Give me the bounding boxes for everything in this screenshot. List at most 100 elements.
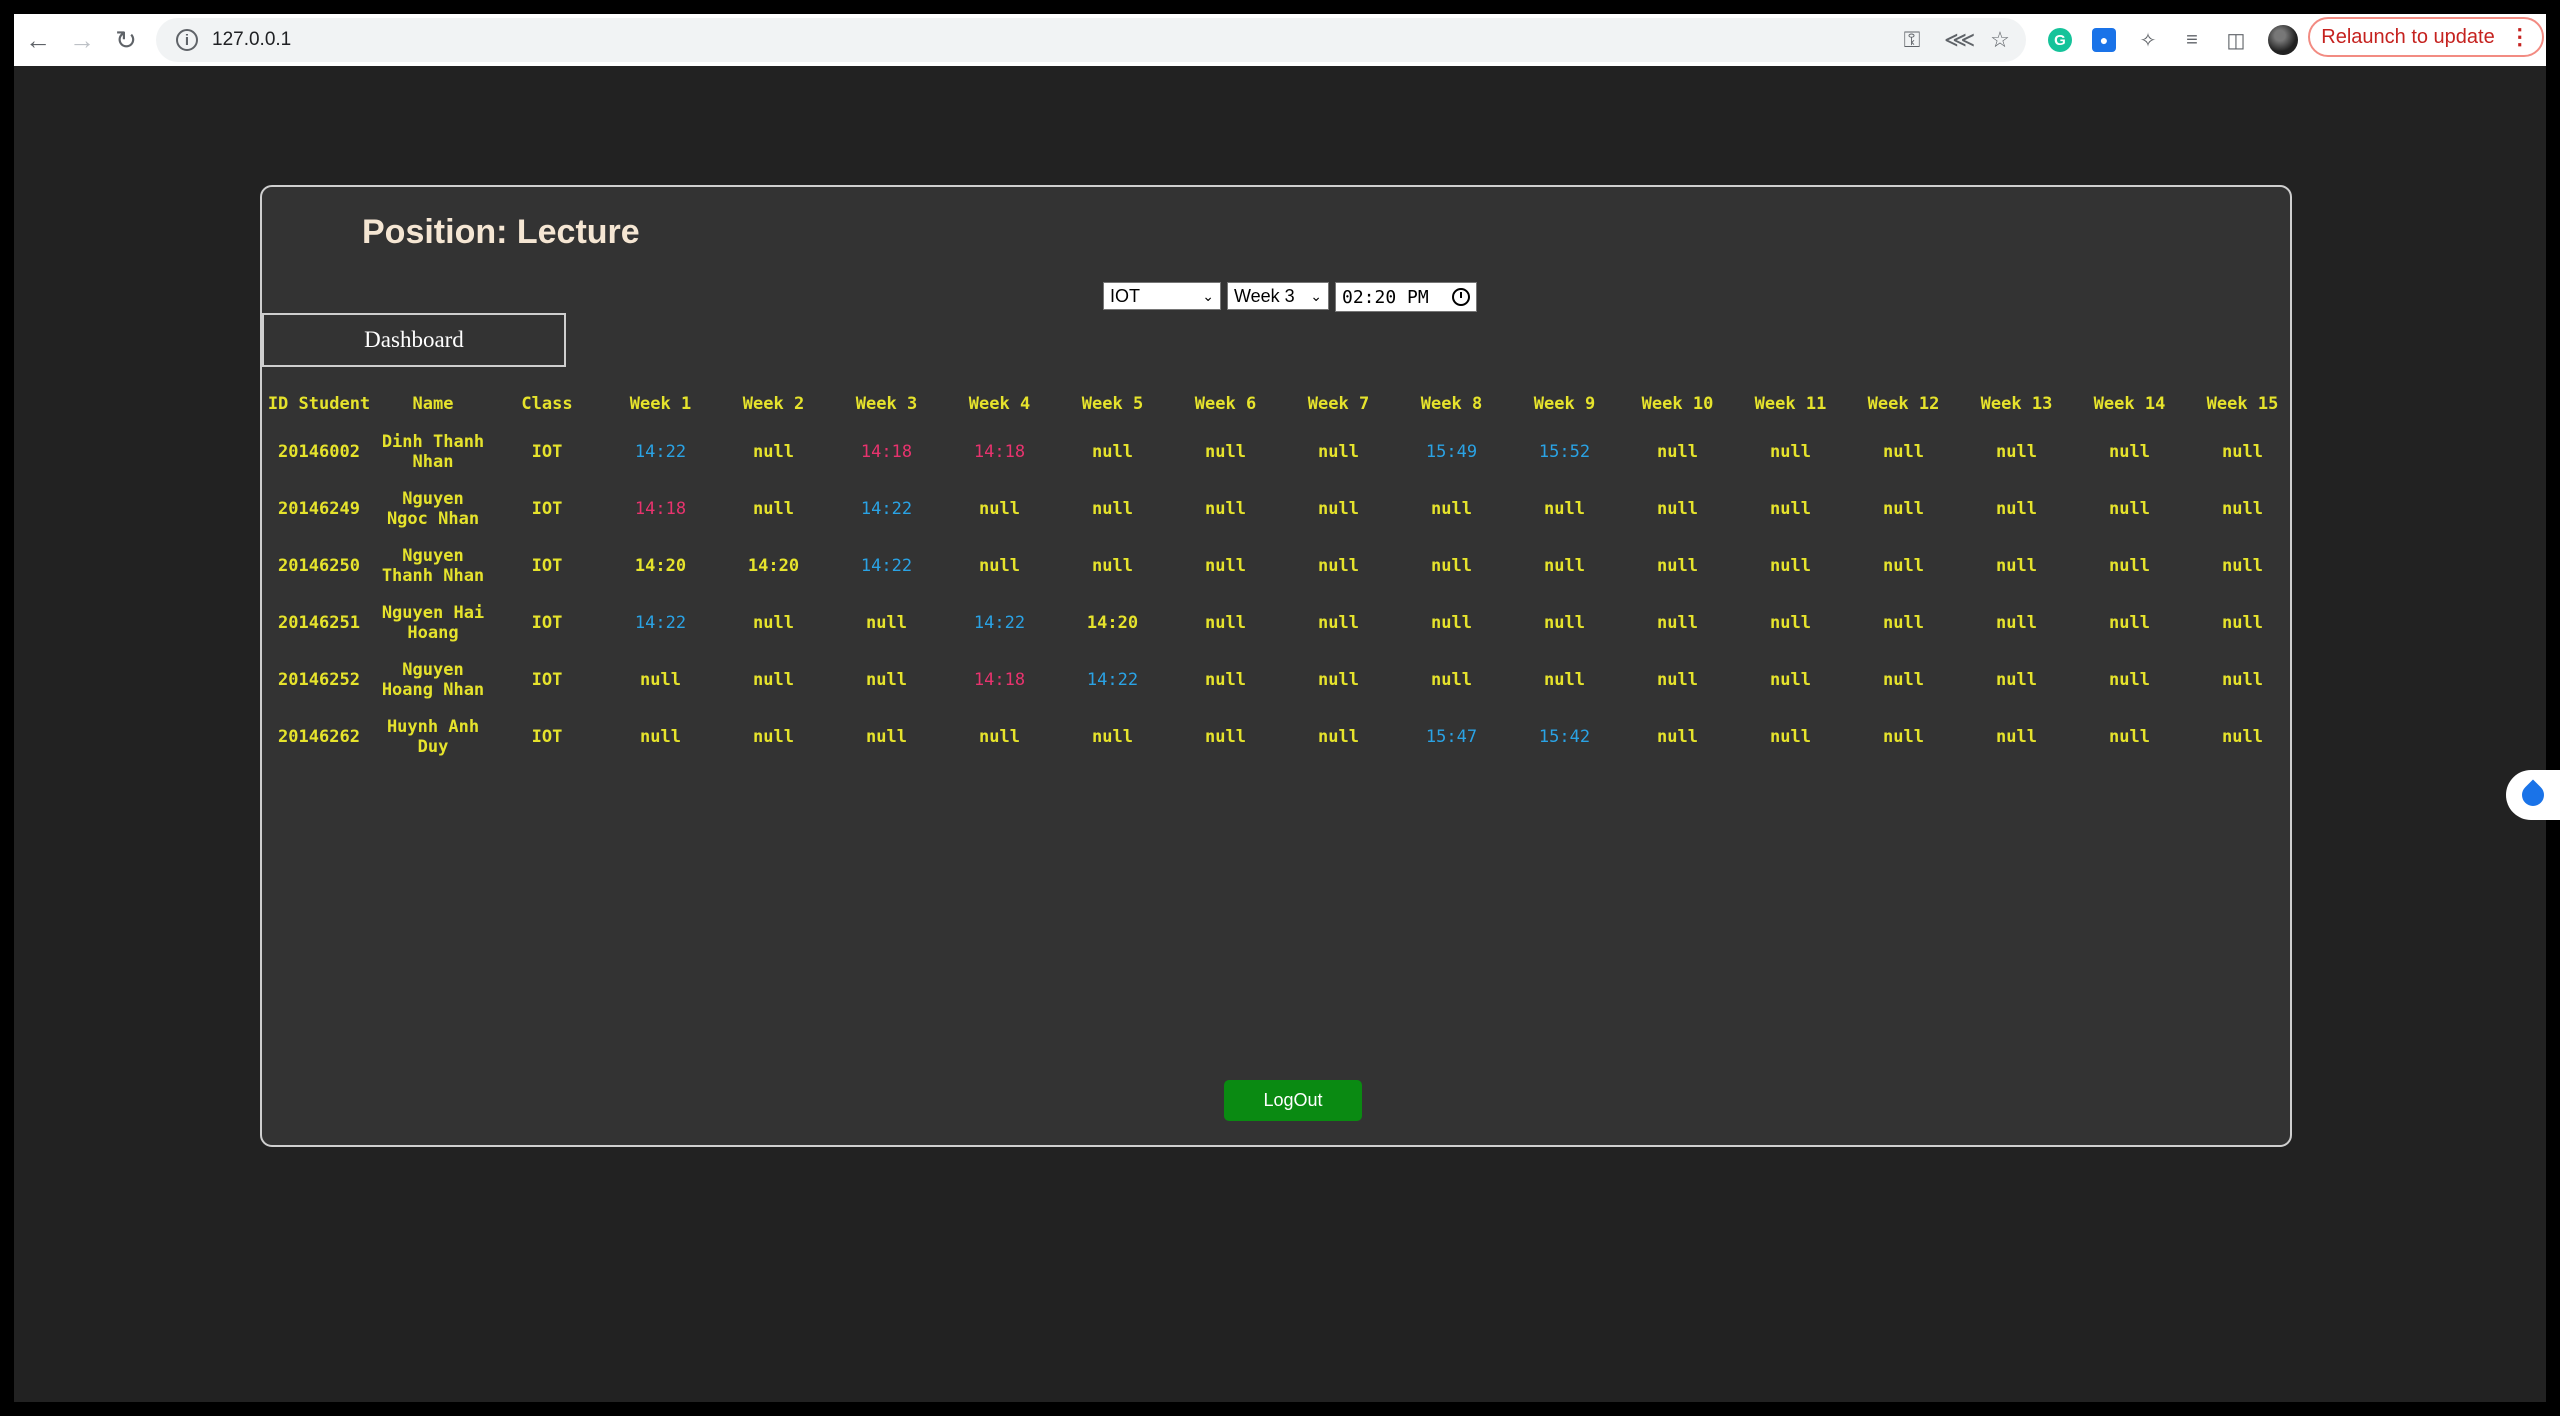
attendance-cell: null (1657, 498, 1698, 519)
attendance-cell: 14:22 (634, 612, 687, 633)
student-name-cell: Nguyen Hoang Nhan (381, 659, 485, 700)
attendance-cell: 14:22 (634, 441, 687, 462)
table-row: 20146252 Nguyen Hoang Nhan IOT null null null… (262, 651, 2299, 708)
attendance-cell: null (1544, 612, 1585, 633)
attendance-cell: null (2109, 612, 2150, 633)
attendance-cell: null (753, 726, 794, 747)
attendance-cell: 15:47 (1425, 726, 1478, 747)
class-cell: IOT (531, 498, 563, 519)
back-icon[interactable]: ← (18, 20, 58, 60)
time-input[interactable]: 02:20 PM (1335, 282, 1477, 312)
column-header: Week 1 (629, 394, 692, 414)
table-row: 20146002 Dinh Thanh Nhan IOT 14:22 null 14:18… (262, 423, 2299, 480)
attendance-cell: null (866, 669, 907, 690)
media-queue-icon[interactable]: ≡ (2180, 28, 2204, 52)
attendance-cell: null (1883, 498, 1924, 519)
site-info-icon[interactable]: i (176, 29, 198, 51)
attendance-cell: null (1657, 726, 1698, 747)
attendance-cell: null (1770, 441, 1811, 462)
attendance-cell: null (1883, 555, 1924, 576)
column-header: Week 7 (1307, 394, 1370, 414)
column-header: Name (412, 394, 454, 414)
address-bar[interactable]: i 127.0.0.1 ⚿ ⋘ ☆ (156, 18, 2026, 62)
dashboard-button[interactable]: Dashboard (262, 313, 566, 367)
forward-icon[interactable]: → (62, 20, 102, 60)
student-name-cell: Nguyen Ngoc Nhan (386, 488, 480, 529)
attendance-cell: null (2222, 669, 2263, 690)
attendance-cell: null (1883, 726, 1924, 747)
grammarly-extension-icon[interactable]: G (2048, 28, 2072, 52)
student-name-cell: Dinh Thanh Nhan (381, 431, 485, 472)
table-row: 20146250 Nguyen Thanh Nhan IOT 14:20 14:20 14… (262, 537, 2299, 594)
attendance-cell: 14:20 (1086, 612, 1139, 633)
column-header: Week 6 (1194, 394, 1257, 414)
attendance-cell: null (640, 726, 681, 747)
column-header: Week 14 (2093, 394, 2166, 414)
attendance-cell: 14:22 (1086, 669, 1139, 690)
attendance-cell: null (1318, 612, 1359, 633)
attendance-cell: 14:18 (634, 498, 687, 519)
side-panel-icon[interactable]: ◫ (2224, 28, 2248, 52)
attendance-cell: 15:49 (1425, 441, 1478, 462)
key-icon[interactable]: ⚿ (1900, 27, 1924, 53)
attendance-cell: null (1770, 498, 1811, 519)
clock-icon[interactable] (1452, 288, 1470, 306)
attendance-cell: null (1092, 555, 1133, 576)
table-header-row: ID Student Name Class Week 1 Week 2 Week 3 Wee… (262, 385, 2299, 423)
share-icon[interactable]: ⋘ (1944, 27, 1975, 53)
column-header: Week 5 (1081, 394, 1144, 414)
bookmark-star-icon[interactable]: ☆ (1988, 27, 2012, 53)
attendance-cell: 14:18 (973, 669, 1026, 690)
attendance-cell: null (1544, 669, 1585, 690)
attendance-cell: null (1205, 669, 1246, 690)
attendance-cell: null (866, 726, 907, 747)
attendance-cell: null (979, 555, 1020, 576)
class-cell: IOT (531, 612, 563, 633)
attendance-cell: null (1318, 726, 1359, 747)
relaunch-update-button[interactable]: Relaunch to update ⋮ (2308, 17, 2544, 57)
column-header: Week 13 (1980, 394, 2053, 414)
extensions-puzzle-icon[interactable]: ✧ (2136, 28, 2160, 52)
lecture-panel: Position: Lecture IOT ⌄ Week 3 ⌄ 02:20 P… (260, 185, 2292, 1147)
drop-extension-icon[interactable]: ● (2092, 28, 2116, 52)
attendance-cell: null (2109, 498, 2150, 519)
attendance-cell: null (1205, 555, 1246, 576)
attendance-cell: null (1092, 498, 1133, 519)
student-name-cell: Nguyen Thanh Nhan (381, 545, 485, 586)
attendance-table: ID Student Name Class Week 1 Week 2 Week 3 Wee… (262, 385, 2299, 765)
column-header: Week 12 (1867, 394, 1940, 414)
attendance-cell: 14:22 (860, 555, 913, 576)
attendance-cell: null (1883, 441, 1924, 462)
url-text: 127.0.0.1 (212, 29, 292, 50)
class-cell: IOT (531, 669, 563, 690)
class-cell: IOT (531, 726, 563, 747)
attendance-cell: 14:18 (973, 441, 1026, 462)
attendance-cell: null (1205, 612, 1246, 633)
attendance-cell: 14:18 (860, 441, 913, 462)
column-header: ID Student (267, 394, 371, 414)
reload-icon[interactable]: ↻ (106, 20, 146, 60)
attendance-cell: null (2222, 555, 2263, 576)
attendance-cell: null (1770, 669, 1811, 690)
table-row: 20146251 Nguyen Hai Hoang IOT 14:22 null null… (262, 594, 2299, 651)
attendance-cell: 14:22 (973, 612, 1026, 633)
student-id-cell: 20146250 (278, 555, 360, 576)
floating-extension-widget[interactable] (2506, 770, 2560, 820)
attendance-cell: null (2222, 612, 2263, 633)
student-id-cell: 20146252 (278, 669, 360, 690)
profile-avatar[interactable] (2268, 25, 2298, 55)
attendance-cell: null (1657, 612, 1698, 633)
student-id-cell: 20146249 (278, 498, 360, 519)
attendance-cell: null (979, 498, 1020, 519)
attendance-cell: 14:22 (860, 498, 913, 519)
chevron-down-icon: ⌄ (1202, 287, 1214, 304)
water-drop-icon (2517, 779, 2549, 811)
class-select[interactable]: IOT ⌄ (1103, 282, 1221, 310)
week-select[interactable]: Week 3 ⌄ (1227, 282, 1329, 310)
student-id-cell: 20146251 (278, 612, 360, 633)
attendance-cell: null (1883, 669, 1924, 690)
logout-button[interactable]: LogOut (1224, 1080, 1362, 1121)
time-input-value: 02:20 PM (1342, 286, 1429, 308)
attendance-cell: null (2109, 669, 2150, 690)
attendance-cell: null (1996, 726, 2037, 747)
